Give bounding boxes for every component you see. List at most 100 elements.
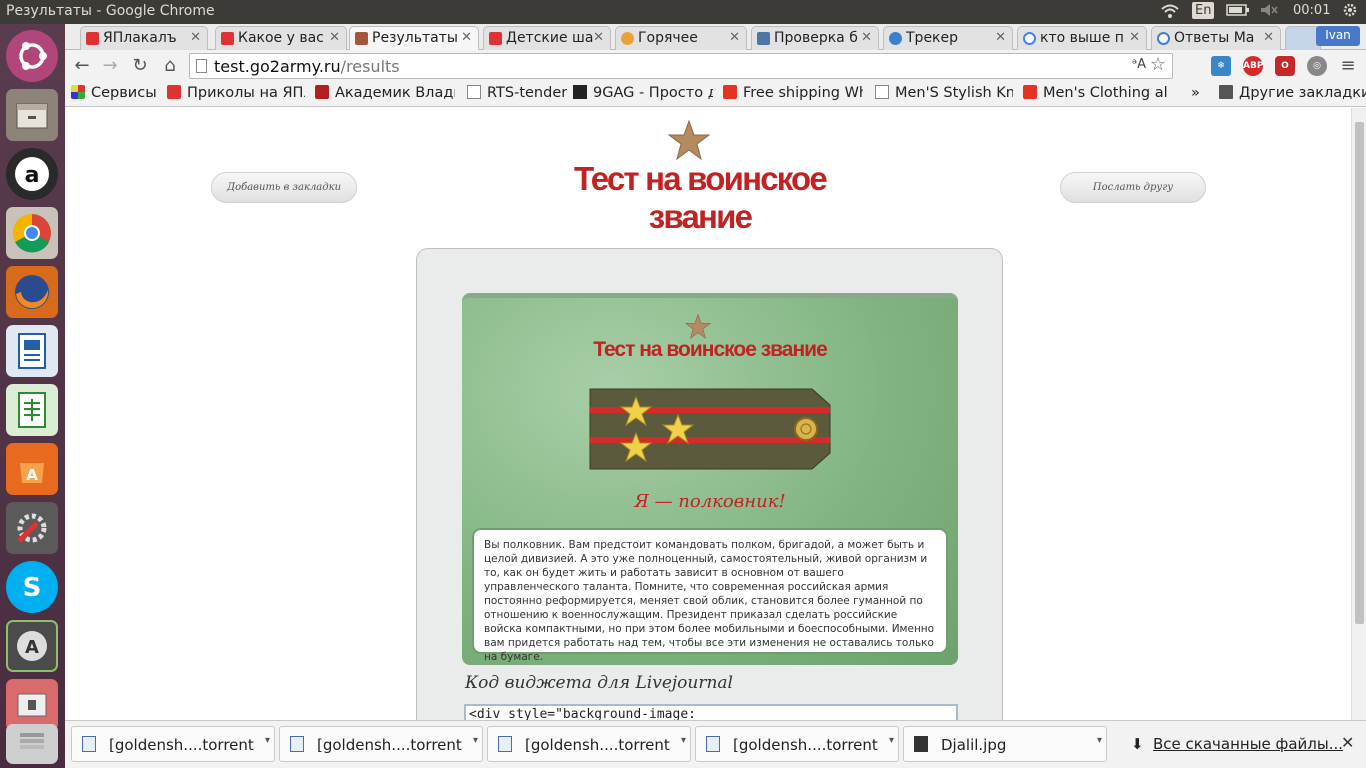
tab-detskie[interactable]: Детские ша ✕: [483, 26, 611, 50]
tab-goryachee[interactable]: Горячее ✕: [615, 26, 747, 50]
other-bookmarks[interactable]: Другие закладки: [1219, 85, 1366, 101]
bookmark-label: Приколы на ЯПл: [187, 85, 305, 101]
gear-icon[interactable]: [1343, 3, 1357, 21]
tab-otvety[interactable]: Ответы Ma ✕: [1151, 26, 1281, 50]
bookmarks-bar: Сервисы Приколы на ЯПл Академик Влади RT…: [65, 82, 1366, 107]
clock[interactable]: 00:01: [1293, 3, 1330, 18]
home-icon[interactable]: ⌂: [159, 55, 181, 77]
forward-icon[interactable]: →: [99, 55, 121, 77]
bookmark-mens-stylish[interactable]: Men'S Stylish Knit: [875, 85, 1013, 101]
star-icon[interactable]: ☆: [1150, 54, 1166, 75]
bookmark-9gag[interactable]: 9GAG - Просто дл: [573, 85, 713, 101]
add-bookmark-button[interactable]: Добавить в закладки: [211, 172, 357, 203]
close-icon[interactable]: ✕: [995, 30, 1006, 45]
reload-icon[interactable]: ↻: [129, 55, 151, 77]
bookmark-services[interactable]: Сервисы: [71, 85, 163, 101]
close-icon[interactable]: ✕: [1263, 30, 1274, 45]
tab-results[interactable]: Результаты ✕: [349, 26, 479, 51]
download-arrow-icon: ⬇: [1131, 735, 1144, 753]
ubuntu-dash-icon[interactable]: [6, 30, 58, 82]
chevron-down-icon[interactable]: ▾: [889, 735, 894, 746]
tab-kakoe[interactable]: Какое у вас ✕: [215, 26, 347, 50]
close-icon[interactable]: ✕: [461, 30, 472, 45]
keyboard-layout[interactable]: En: [1192, 2, 1215, 19]
bookmark-label: Free shipping Wh: [743, 85, 863, 101]
download-item[interactable]: [goldensh....torrent ▾: [71, 726, 275, 762]
chevron-down-icon[interactable]: ▾: [265, 735, 270, 746]
browser-toolbar: ← → ↻ ⌂ test.go2army.ru/results ᵃA ☆ ❄ A…: [65, 50, 1366, 82]
bookmark-prikoly[interactable]: Приколы на ЯПл: [167, 85, 305, 101]
chrome-icon[interactable]: [6, 207, 58, 259]
close-icon[interactable]: ✕: [190, 30, 201, 45]
back-icon[interactable]: ←: [71, 55, 93, 77]
downloads-shelf: [goldensh....torrent ▾ [goldensh....torre…: [65, 720, 1366, 768]
bookmarks-overflow-button[interactable]: »: [1191, 85, 1200, 101]
scrollbar-thumb[interactable]: [1355, 122, 1364, 624]
show-all-downloads-link[interactable]: Все скачанные файлы...: [1153, 735, 1343, 753]
top-panel: Результаты - Google Chrome En 00:01: [0, 0, 1366, 24]
translate-icon[interactable]: ᵃA: [1132, 57, 1146, 72]
image-file-icon: [914, 736, 928, 752]
close-icon[interactable]: ✕: [1129, 30, 1140, 45]
send-to-friend-button[interactable]: Послать другу: [1060, 172, 1206, 203]
bookmark-label: Men's Clothing al: [1043, 85, 1167, 101]
chevron-down-icon[interactable]: ▾: [1097, 735, 1102, 746]
tab-treker[interactable]: Трекер ✕: [883, 26, 1013, 50]
window-title: Результаты - Google Chrome: [6, 3, 215, 19]
globe-icon[interactable]: ◎: [1307, 56, 1327, 76]
trash-icon[interactable]: [6, 724, 58, 764]
download-item[interactable]: [goldensh....torrent ▾: [695, 726, 899, 762]
close-icon[interactable]: ✕: [861, 30, 872, 45]
page-icon: [875, 85, 889, 99]
result-card: Тест на воинское звание Я — полковник! В…: [462, 293, 958, 665]
extension-weather-icon[interactable]: ❄: [1211, 56, 1231, 76]
system-settings-icon[interactable]: [6, 502, 58, 554]
yaplakal-favicon-icon: [489, 32, 502, 45]
close-icon[interactable]: ✕: [729, 30, 740, 45]
opera-icon[interactable]: O: [1275, 56, 1295, 76]
firefox-icon[interactable]: [6, 266, 58, 318]
bookmark-label: Сервисы: [91, 85, 157, 101]
software-center-icon[interactable]: A: [6, 443, 58, 495]
star-emblem-icon: [667, 120, 711, 161]
aliexpress-favicon-icon: [723, 85, 737, 99]
result-panel: Тест на воинское звание Я — полковник! В…: [416, 248, 1003, 720]
address-bar[interactable]: test.go2army.ru/results ᵃA ☆: [189, 53, 1173, 79]
menu-icon[interactable]: ≡: [1337, 55, 1359, 77]
files-icon[interactable]: [6, 89, 58, 141]
download-item[interactable]: [goldensh....torrent ▾: [487, 726, 691, 762]
amazon-icon[interactable]: a: [6, 148, 58, 200]
close-icon[interactable]: ✕: [1341, 733, 1354, 752]
bookmark-akademik[interactable]: Академик Влади: [315, 85, 455, 101]
libreoffice-writer-icon[interactable]: [6, 325, 58, 377]
bookmark-rts-tender[interactable]: RTS-tender: [467, 85, 567, 101]
page-scrollbar[interactable]: [1351, 108, 1366, 720]
wifi-icon[interactable]: [1160, 3, 1180, 23]
skype-icon[interactable]: S: [6, 561, 58, 613]
battery-icon[interactable]: [1226, 3, 1250, 21]
tab-label: Горячее: [638, 30, 698, 46]
bookmark-aliexpress[interactable]: Free shipping Wh: [723, 85, 863, 101]
tab-yaplakal[interactable]: ЯПлакалъ ✕: [80, 26, 208, 50]
profile-button[interactable]: Ivan: [1316, 26, 1360, 46]
chevron-down-icon[interactable]: ▾: [681, 735, 686, 746]
svg-text:A: A: [26, 466, 38, 484]
tab-label: Трекер: [906, 30, 959, 46]
volume-muted-icon[interactable]: [1260, 3, 1278, 21]
libreoffice-calc-icon[interactable]: [6, 384, 58, 436]
update-manager-icon[interactable]: A: [6, 620, 58, 672]
close-icon[interactable]: ✕: [593, 30, 604, 45]
adblock-plus-icon[interactable]: ABP: [1243, 56, 1263, 76]
bookmark-mens-clothing[interactable]: Men's Clothing al: [1023, 85, 1167, 101]
download-item[interactable]: Djalil.jpg ▾: [903, 726, 1107, 762]
chevron-down-icon[interactable]: ▾: [473, 735, 478, 746]
widget-code-textarea[interactable]: <div style="background-image:: [464, 704, 958, 720]
download-item[interactable]: [goldensh....torrent ▾: [279, 726, 483, 762]
tab-proverka[interactable]: Проверка б ✕: [751, 26, 879, 50]
svg-text:A: A: [25, 637, 39, 658]
page-content: Добавить в закладки Тест на воинское зва…: [65, 108, 1351, 720]
tab-google-search[interactable]: кто выше п ✕: [1017, 26, 1147, 50]
site-logo[interactable]: Тест на воинское звание: [520, 160, 880, 236]
close-icon[interactable]: ✕: [329, 30, 340, 45]
dhgate-favicon-icon: [1023, 85, 1037, 99]
